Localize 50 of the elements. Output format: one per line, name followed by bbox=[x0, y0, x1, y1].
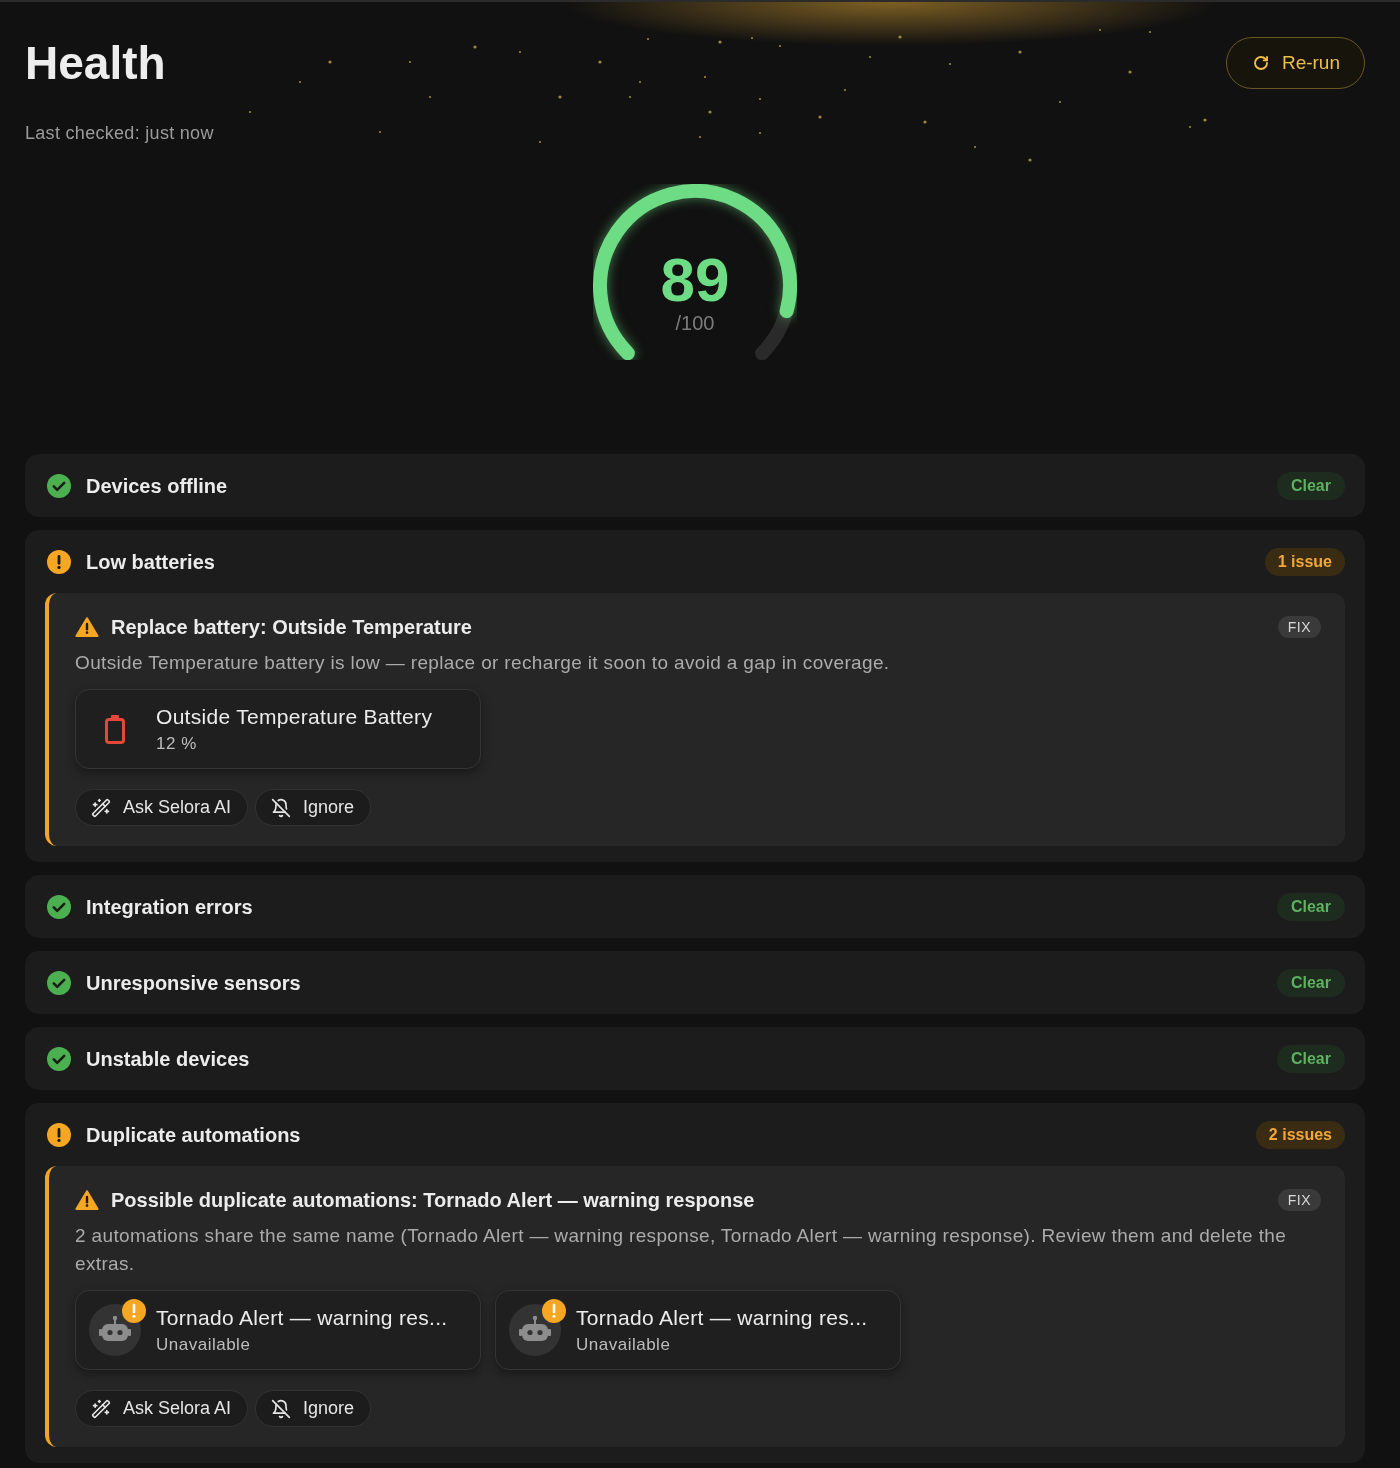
bell-off-icon bbox=[271, 797, 292, 818]
section-title: Unstable devices bbox=[86, 1046, 250, 1072]
section-title: Unresponsive sensors bbox=[86, 970, 301, 996]
ask-ai-button[interactable]: Ask Selora AI bbox=[75, 1390, 249, 1427]
entity-name: Outside Temperature Battery bbox=[156, 703, 433, 730]
fix-tag: FIX bbox=[1277, 616, 1321, 638]
entity-state: Unavailable bbox=[576, 1333, 672, 1356]
ask-ai-button[interactable]: Ask Selora AI bbox=[75, 789, 249, 826]
section-title: Duplicate automations bbox=[86, 1122, 301, 1148]
warning-icon bbox=[75, 616, 99, 638]
status-badge: Clear bbox=[1276, 968, 1345, 997]
issue-description: 2 automations share the same name (Tornado Alert — warning response, Tornado Alert — warning response). Review them and delete the extras. bbox=[75, 1224, 1288, 1276]
section-title: Integration errors bbox=[86, 894, 253, 920]
issue-description: Outside Temperature battery is low — replace or recharge it soon to avoid a gap in coverage. bbox=[75, 651, 891, 675]
score-value: 89 bbox=[660, 249, 730, 311]
check-circle-icon bbox=[47, 473, 71, 498]
check-circle-icon bbox=[47, 970, 71, 995]
alert-circle-icon bbox=[47, 549, 71, 574]
status-badge: Clear bbox=[1276, 892, 1345, 921]
status-badge: Clear bbox=[1276, 471, 1345, 500]
score-max: /100 bbox=[675, 311, 715, 335]
entity-name: Tornado Alert — warning res... bbox=[576, 1304, 868, 1331]
entity-card[interactable]: Tornado Alert — warning res... Unavailable bbox=[495, 1290, 901, 1370]
entity-name: Tornado Alert — warning res... bbox=[156, 1304, 448, 1331]
last-checked-text: Last checked: just now bbox=[25, 123, 214, 143]
section-title: Devices offline bbox=[86, 473, 228, 499]
status-badge: 2 issues bbox=[1255, 1120, 1345, 1149]
check-circle-icon bbox=[47, 1046, 71, 1071]
status-badge: 1 issue bbox=[1264, 547, 1345, 576]
entity-card[interactable]: Tornado Alert — warning res... Unavailable bbox=[75, 1290, 481, 1370]
status-badge: Clear bbox=[1276, 1044, 1345, 1073]
issue-title: Replace battery: Outside Temperature bbox=[111, 615, 472, 640]
section-title: Low batteries bbox=[86, 549, 215, 575]
entity-state: 12 % bbox=[156, 732, 198, 755]
entity-card[interactable]: Outside Temperature Battery 12 % bbox=[75, 689, 481, 769]
bell-off-icon bbox=[271, 1398, 292, 1419]
issue-title: Possible duplicate automations: Tornado Alert — warning response bbox=[111, 1188, 755, 1213]
warning-icon bbox=[75, 1189, 99, 1211]
rerun-button[interactable]: Re-run bbox=[1225, 37, 1365, 89]
ignore-button[interactable]: Ignore bbox=[255, 1390, 372, 1427]
alert-circle-icon bbox=[47, 1122, 71, 1147]
magic-wand-icon bbox=[91, 1398, 111, 1419]
magic-wand-icon bbox=[91, 797, 111, 818]
page-title: Health bbox=[25, 37, 166, 89]
battery-icon bbox=[105, 714, 125, 744]
ignore-button[interactable]: Ignore bbox=[255, 789, 372, 826]
refresh-icon bbox=[1252, 55, 1269, 71]
entity-state: Unavailable bbox=[156, 1333, 252, 1356]
check-circle-icon bbox=[47, 894, 71, 919]
fix-tag: FIX bbox=[1277, 1189, 1321, 1211]
